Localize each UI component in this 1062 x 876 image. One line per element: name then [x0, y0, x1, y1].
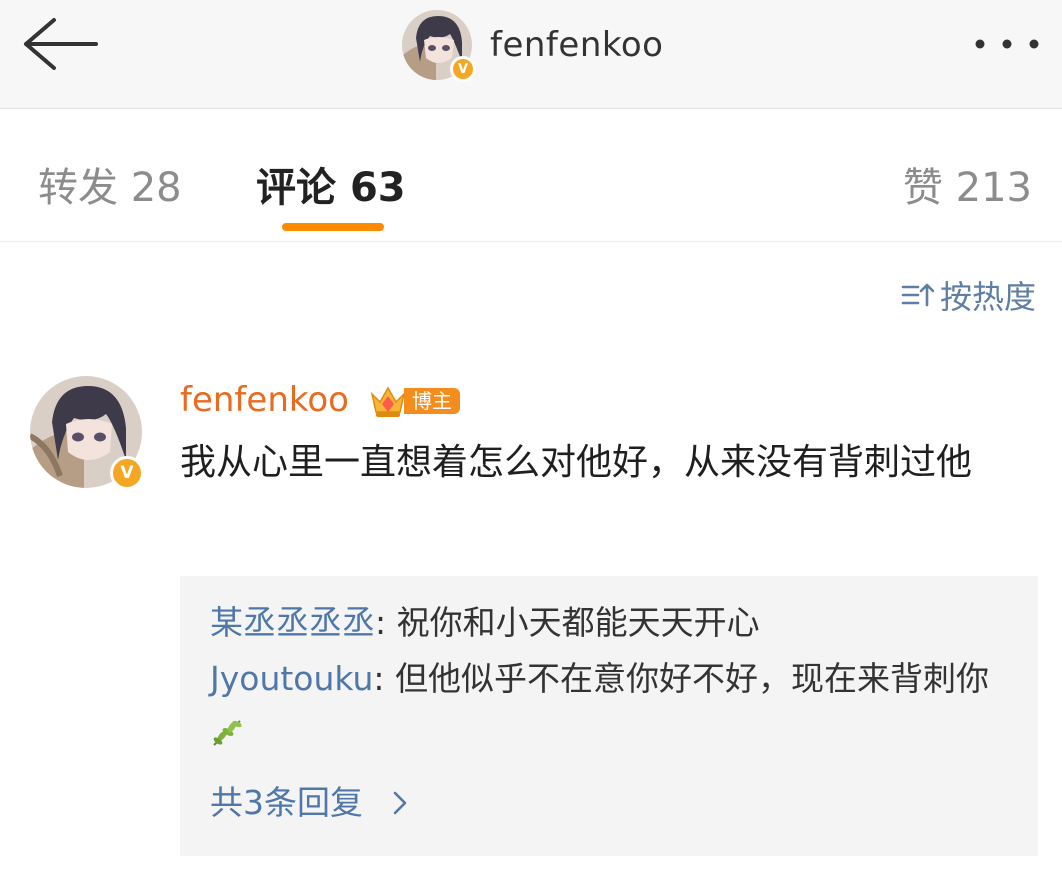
reply-item[interactable]: Jyoutouku: 但他似乎不在意你好不好，现在来背刺你 [210, 652, 1020, 760]
comment-text: 我从心里一直想着怎么对他好，从来没有背刺过他 [180, 442, 973, 483]
tab-count: 63 [349, 165, 406, 211]
reply-item[interactable]: 某丞丞丞丞: 祝你和小天都能天天开心 [210, 596, 1020, 650]
tab-reposts[interactable]: 转发 28 [38, 155, 182, 213]
tab-count: 28 [130, 165, 182, 211]
reply-text: 祝你和小天都能天天开心 [396, 603, 760, 642]
replies-box[interactable]: 某丞丞丞丞: 祝你和小天都能天天开心 Jyoutouku: 但他似乎不在意你好不… [180, 576, 1038, 856]
crown-icon [370, 386, 406, 417]
arrow-left-icon [24, 18, 98, 70]
header-profile[interactable]: V fenfenkoo [402, 9, 664, 82]
sort-icon [901, 283, 934, 307]
top-bar: V fenfenkoo [0, 0, 1062, 109]
comment-author[interactable]: fenfenkoo [180, 380, 349, 420]
tab-count: 213 [955, 165, 1032, 211]
avatar[interactable]: V [402, 10, 476, 82]
tab-label: 赞 [902, 165, 943, 211]
tab-comments[interactable]: 评论 63 [256, 155, 406, 213]
more-button[interactable] [970, 30, 1044, 58]
reply-user[interactable]: Jyoutouku [210, 659, 373, 698]
tab-likes[interactable]: 赞 213 [903, 155, 1032, 213]
commenter-avatar[interactable]: V [30, 376, 144, 490]
reply-user[interactable]: 某丞丞丞丞 [210, 603, 375, 642]
more-dots-icon [975, 39, 1039, 49]
leaf-emoji-icon [213, 720, 242, 746]
reply-text: 但他似乎不在意你好不好，现在来背刺你 [395, 659, 990, 698]
chevron-right-icon [393, 791, 407, 815]
sort-label: 按热度 [939, 278, 1036, 316]
reply-colon: : [373, 659, 396, 698]
back-button[interactable] [18, 12, 102, 76]
host-badge: 博主 [368, 382, 460, 420]
active-tab-indicator [282, 223, 384, 231]
verified-icon: V [450, 56, 476, 82]
view-all-replies-link[interactable]: 共3条回复 [210, 776, 411, 830]
more-replies-label: 共3条回复 [210, 783, 363, 822]
page-title: fenfenkoo [490, 25, 664, 65]
tab-bar: 转发 28 评论 63 赞 213 [0, 109, 1062, 242]
verified-icon: V [110, 456, 144, 490]
reply-colon: : [375, 603, 397, 642]
host-label: 博主 [404, 388, 460, 414]
tab-label: 评论 [256, 165, 336, 211]
sort-button[interactable]: 按热度 [900, 272, 1036, 318]
tab-label: 转发 [38, 165, 118, 211]
